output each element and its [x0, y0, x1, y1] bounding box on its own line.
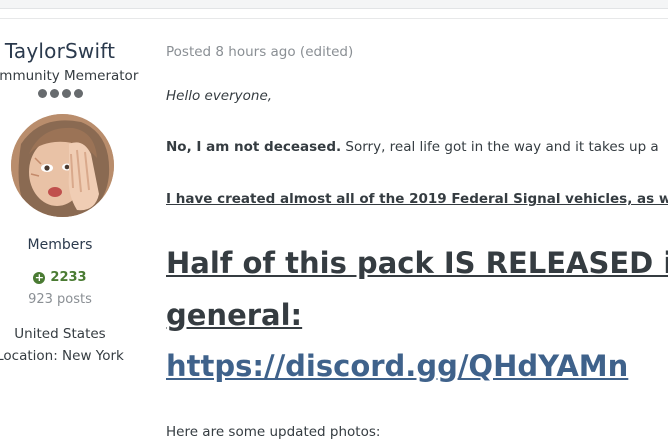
post-paragraph-3: Here are some updated photos:	[166, 424, 381, 440]
author-group: Members	[27, 237, 93, 253]
post-headline-line-2: general:	[166, 298, 303, 332]
rank-pips	[0, 89, 160, 101]
post-content: Posted 8 hours ago (edited) Hello everyo…	[166, 0, 668, 442]
author-country: United States	[14, 326, 106, 342]
author-panel: TaylorSwift Community Memerator Members …	[0, 38, 160, 365]
discord-link[interactable]: https://discord.gg/QHdYAMn	[166, 348, 628, 384]
author-location: Location: New York	[0, 348, 124, 364]
rank-pip	[49, 89, 59, 98]
rank-pip	[61, 89, 71, 98]
post-headline-line-1: Half of this pack IS RELEASED in	[166, 246, 668, 280]
post-paragraph-1: No, I am not deceased. Sorry, real life …	[166, 139, 659, 155]
post-greeting: Hello everyone,	[166, 88, 273, 104]
reputation-badge: + 2233	[0, 270, 160, 286]
post-paragraph-1-bold: No, I am not deceased.	[166, 139, 342, 155]
post-paragraph-1-text: Sorry, real life got in the way and it t…	[341, 139, 659, 155]
post-count: 923 posts	[28, 292, 92, 307]
post-meta[interactable]: Posted 8 hours ago (edited)	[166, 44, 353, 60]
post-paragraph-2: I have created almost all of the 2019 Fe…	[166, 191, 668, 207]
reputation-count: 2233	[50, 270, 87, 285]
avatar[interactable]	[10, 114, 114, 217]
author-title: Community Memerator	[0, 68, 139, 84]
author-username[interactable]: TaylorSwift	[0, 38, 160, 64]
rank-pip	[73, 89, 83, 98]
rank-pip	[37, 89, 47, 98]
plus-circle-icon: +	[33, 271, 46, 284]
